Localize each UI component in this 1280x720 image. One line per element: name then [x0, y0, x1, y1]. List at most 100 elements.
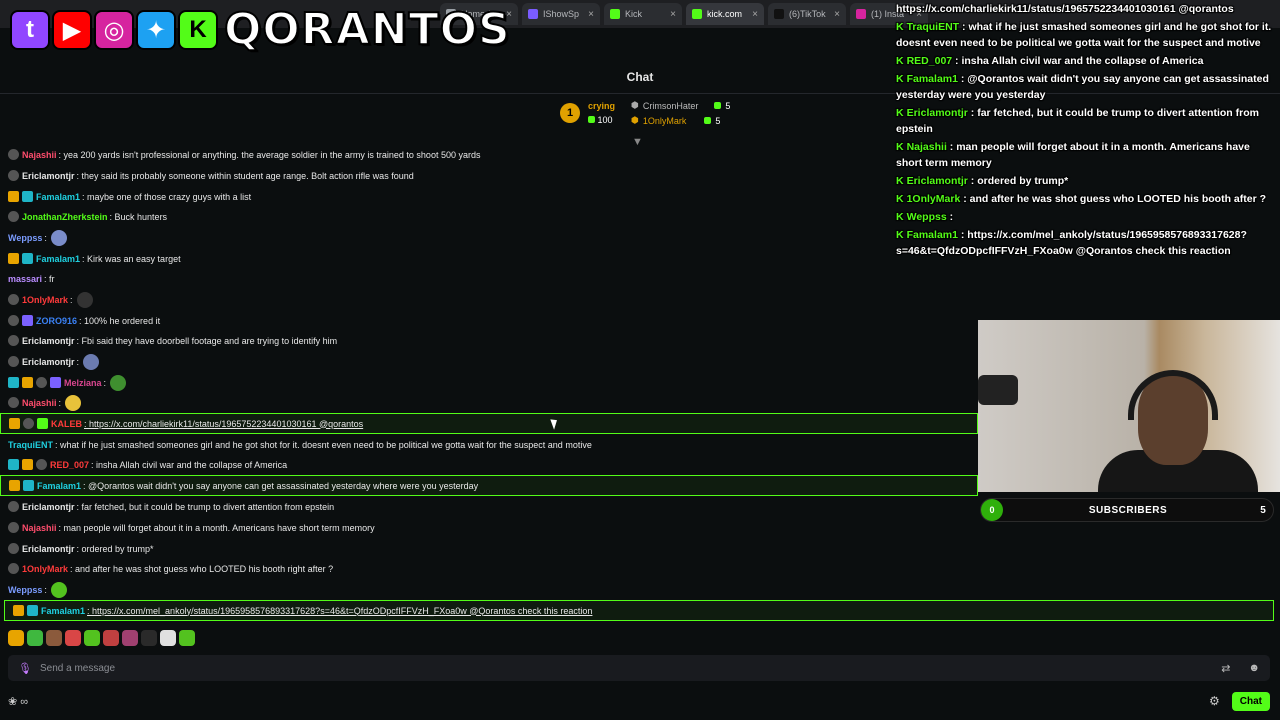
emote-icon[interactable] [179, 630, 195, 646]
tab-label: (6)TikTok [789, 9, 826, 19]
emote-icon[interactable] [141, 630, 157, 646]
chat-username[interactable]: 1OnlyMark [22, 564, 68, 574]
close-icon[interactable]: × [588, 9, 594, 20]
chat-message-text: : Buck hunters [109, 211, 168, 222]
chat-message[interactable]: TraquiENT: what if he just smashed someo… [0, 434, 978, 455]
chat-message[interactable]: Famalam1: Kirk was an easy target [0, 248, 978, 269]
browser-tab[interactable]: kick.com × [686, 3, 764, 25]
emote-quick-row[interactable] [8, 630, 195, 646]
kick-icon: K [896, 107, 904, 119]
chat-message-text: : what if he just smashed someones girl … [55, 439, 592, 450]
mic-icon[interactable]: 🎙 [18, 662, 32, 675]
logo-text: QORANTOS [223, 4, 511, 55]
chat-username[interactable]: Famalam1 [36, 192, 80, 202]
chat-username[interactable]: Ericlamontjr [22, 357, 75, 367]
emote-icon[interactable] [8, 630, 24, 646]
chat-username[interactable]: Najashii [22, 150, 57, 160]
user-badge-icon [8, 543, 19, 554]
chat-username[interactable]: JonathanZherkstein [22, 212, 108, 222]
chat-username[interactable]: Melziana [64, 378, 102, 388]
user-badge-icon [8, 356, 19, 367]
chat-username[interactable]: Famalam1 [41, 606, 85, 616]
chat-username[interactable]: TraquiENT [8, 440, 53, 450]
emote-icon[interactable] [160, 630, 176, 646]
chat-message[interactable]: Najashii: [0, 392, 978, 413]
message-input-placeholder[interactable]: Send a message [40, 663, 1213, 674]
emote-icon[interactable] [65, 630, 81, 646]
chat-message-text: : [70, 294, 73, 305]
chat-message-text: : fr [44, 273, 55, 284]
chat-message[interactable]: 1OnlyMark: and after he was shot guess w… [0, 558, 978, 579]
message-input[interactable]: 🎙 Send a message ⇄ ☻ [8, 655, 1270, 681]
chat-username[interactable]: Famalam1 [36, 254, 80, 264]
chat-username[interactable]: Najashii [22, 398, 57, 408]
chat-message[interactable]: Weppss: [0, 579, 978, 600]
chat-message[interactable]: Ericlamontjr: they said its probably som… [0, 165, 978, 186]
chat-message[interactable]: Ericlamontjr: [0, 351, 978, 372]
browser-tab[interactable]: IShowSp × [522, 3, 600, 25]
emote-icon[interactable] [46, 630, 62, 646]
chat-username[interactable]: RED_007 [50, 460, 89, 470]
chat-username[interactable]: Weppss [8, 233, 42, 243]
chat-message[interactable]: Famalam1: maybe one of those crazy guys … [0, 186, 978, 207]
gear-icon[interactable]: ⚙ [1209, 694, 1220, 708]
instagram-icon: ◎ [94, 10, 134, 50]
chat-message[interactable]: JonathanZherkstein: Buck hunters [0, 206, 978, 227]
chat-message[interactable]: KALEB: https://x.com/charliekirk11/statu… [0, 413, 978, 434]
chat-username[interactable]: 1OnlyMark [22, 295, 68, 305]
kicks-points-icon[interactable]: ❀ ∞ [8, 695, 28, 708]
chat-username[interactable]: Ericlamontjr [22, 502, 75, 512]
chat-message[interactable]: Famalam1: @Qorantos wait didn't you say … [0, 475, 978, 496]
chat-username[interactable]: Najashii [22, 523, 57, 533]
kick-icon: K [896, 141, 904, 153]
user-badge-icon [22, 253, 33, 264]
chat-username[interactable]: Famalam1 [37, 481, 81, 491]
chat-message[interactable]: Najashii: yea 200 yards isn't profession… [0, 144, 978, 165]
emote-icon[interactable] [84, 630, 100, 646]
chat-username[interactable]: Ericlamontjr [22, 336, 75, 346]
emote-icon [110, 374, 127, 391]
chat-username[interactable]: KALEB [51, 419, 82, 429]
overlay-username: Ericlamontjr [906, 107, 968, 119]
emote-icon[interactable] [103, 630, 119, 646]
chat-message[interactable]: massari: fr [0, 268, 978, 289]
chat-username[interactable]: massari [8, 274, 42, 284]
leader-top-points: 100 [588, 115, 615, 125]
emote-icon[interactable] [122, 630, 138, 646]
youtube-icon: ▶ [52, 10, 92, 50]
emoji-icon[interactable]: ☻ [1248, 662, 1260, 674]
gift-leaderboard[interactable]: 1 crying 100 ⬢ CrimsonHater 5 ⬢ 1OnlyMar… [560, 100, 730, 126]
close-icon[interactable]: × [752, 9, 758, 20]
chat-message[interactable]: Ericlamontjr: Fbi said they have doorbel… [0, 330, 978, 351]
chat-username[interactable]: Ericlamontjr [22, 544, 75, 554]
user-badge-icon [23, 418, 34, 429]
user-badge-icon [8, 315, 19, 326]
chat-message[interactable]: Famalam1: https://x.com/mel_ankoly/statu… [4, 600, 1274, 621]
overlay-text: : [946, 211, 954, 223]
chat-message[interactable]: RED_007: insha Allah civil war and the c… [0, 454, 978, 475]
browser-tab[interactable]: (6)TikTok × [768, 3, 846, 25]
chat-message[interactable]: Weppss: [0, 227, 978, 248]
chat-username[interactable]: ZORO916 [36, 316, 77, 326]
translate-icon[interactable]: ⇄ [1221, 662, 1230, 675]
user-badge-icon [22, 191, 33, 202]
emote-icon[interactable] [27, 630, 43, 646]
kick-icon: K [896, 55, 904, 67]
chat-message-text[interactable]: : https://x.com/charliekirk11/status/196… [84, 419, 363, 429]
chat-message-text[interactable]: : https://x.com/mel_ankoly/status/196595… [87, 606, 592, 616]
close-icon[interactable]: × [834, 9, 840, 20]
close-icon[interactable]: × [670, 9, 676, 20]
chat-message[interactable]: ZORO916: 100% he ordered it [0, 310, 978, 331]
chat-message[interactable]: Ericlamontjr: far fetched, but it could … [0, 496, 978, 517]
user-badge-icon [9, 418, 20, 429]
emote-icon [65, 394, 82, 411]
overlay-username: Ericlamontjr [906, 175, 968, 187]
chat-message[interactable]: Ericlamontjr: ordered by trump* [0, 538, 978, 559]
chat-send-button[interactable]: Chat [1231, 691, 1270, 711]
chat-username[interactable]: Ericlamontjr [22, 171, 75, 181]
chat-message[interactable]: Najashii: man people will forget about i… [0, 517, 978, 538]
chat-message[interactable]: 1OnlyMark: [0, 289, 978, 310]
chat-message[interactable]: Melziana: [0, 372, 978, 393]
chat-username[interactable]: Weppss [8, 585, 42, 595]
browser-tab[interactable]: Kick × [604, 3, 682, 25]
